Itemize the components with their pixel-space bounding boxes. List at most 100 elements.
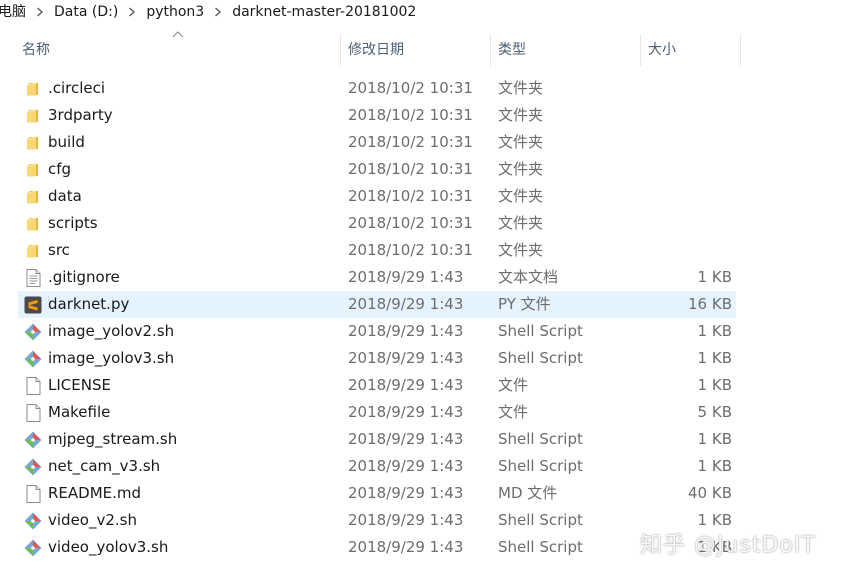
file-modified-date: 2018/9/29 1:43 (348, 349, 464, 367)
file-row[interactable]: .gitignore 2018/9/29 1:43 文本文档 1 KB (18, 264, 736, 291)
shell-script-icon (24, 430, 42, 449)
file-name[interactable]: src (48, 237, 70, 264)
folder-icon (24, 241, 42, 260)
chevron-right-icon[interactable] (124, 0, 140, 24)
column-divider[interactable] (640, 34, 641, 66)
shell-script-icon (24, 538, 42, 557)
column-divider[interactable] (340, 34, 341, 66)
file-modified-date: 2018/9/29 1:43 (348, 376, 464, 394)
file-modified-date: 2018/10/2 10:31 (348, 214, 473, 232)
file-modified-date: 2018/9/29 1:43 (348, 484, 464, 502)
file-name[interactable]: video_yolov3.sh (48, 534, 168, 561)
file-modified-date: 2018/9/29 1:43 (348, 295, 464, 313)
file-size: 1 KB (697, 349, 732, 367)
file-row[interactable]: src 2018/10/2 10:31 文件夹 (18, 237, 736, 264)
file-name[interactable]: mjpeg_stream.sh (48, 426, 177, 453)
file-name[interactable]: video_v2.sh (48, 507, 137, 534)
file-size: 5 KB (697, 403, 732, 421)
shell-script-icon (24, 457, 42, 476)
folder-icon (24, 133, 42, 152)
file-size: 1 KB (697, 457, 732, 475)
file-name[interactable]: .gitignore (48, 264, 120, 291)
file-row[interactable]: scripts 2018/10/2 10:31 文件夹 (18, 210, 736, 237)
sublime-text-icon (24, 295, 42, 314)
chevron-right-icon[interactable] (210, 0, 226, 24)
file-row[interactable]: cfg 2018/10/2 10:31 文件夹 (18, 156, 736, 183)
file-size: 1 KB (697, 268, 732, 286)
file-name[interactable]: README.md (48, 480, 141, 507)
file-name[interactable]: .circleci (48, 75, 105, 102)
file-name[interactable]: cfg (48, 156, 71, 183)
column-header-type[interactable]: 类型 (498, 30, 526, 68)
file-modified-date: 2018/10/2 10:31 (348, 187, 473, 205)
file-type: 文件夹 (498, 106, 544, 124)
file-row[interactable]: net_cam_v3.sh 2018/9/29 1:43 Shell Script 1… (18, 453, 736, 480)
file-name[interactable]: image_yolov2.sh (48, 318, 174, 345)
sort-ascending-icon (172, 31, 184, 38)
file-modified-date: 2018/9/29 1:43 (348, 430, 464, 448)
file-name[interactable]: net_cam_v3.sh (48, 453, 160, 480)
file-row[interactable]: image_yolov2.sh 2018/9/29 1:43 Shell Scrip… (18, 318, 736, 345)
file-size: 1 KB (697, 376, 732, 394)
file-name[interactable]: Makefile (48, 399, 110, 426)
text-document-icon (24, 268, 42, 287)
file-type: 文件夹 (498, 133, 544, 151)
file-type: 文件 (498, 403, 529, 421)
file-name[interactable]: build (48, 129, 85, 156)
file-modified-date: 2018/10/2 10:31 (348, 160, 473, 178)
column-header: 名称 修改日期 类型 大小 (0, 30, 845, 68)
breadcrumb-item-this-pc[interactable]: 电脑 (0, 0, 32, 24)
file-row[interactable]: image_yolov3.sh 2018/9/29 1:43 Shell Scrip… (18, 345, 736, 372)
chevron-right-icon[interactable] (32, 0, 48, 24)
file-type: Shell Script (498, 457, 583, 475)
column-divider[interactable] (740, 34, 741, 66)
file-size: 1 KB (697, 322, 732, 340)
breadcrumb: 电脑 Data (D:) python3 darknet-master-2018… (0, 0, 845, 24)
file-row[interactable]: mjpeg_stream.sh 2018/9/29 1:43 Shell Scrip… (18, 426, 736, 453)
column-header-size[interactable]: 大小 (648, 30, 676, 68)
shell-script-icon (24, 349, 42, 368)
file-name[interactable]: scripts (48, 210, 98, 237)
file-row[interactable]: video_v2.sh 2018/9/29 1:43 Shell Script 1 K… (18, 507, 736, 534)
file-name[interactable]: data (48, 183, 82, 210)
file-row[interactable]: README.md 2018/9/29 1:43 MD 文件 40 KB (18, 480, 736, 507)
file-name[interactable]: darknet.py (48, 291, 129, 318)
file-row[interactable]: 3rdparty 2018/10/2 10:31 文件夹 (18, 102, 736, 129)
breadcrumb-item-drive[interactable]: Data (D:) (48, 0, 124, 24)
file-modified-date: 2018/10/2 10:31 (348, 133, 473, 151)
file-size: 16 KB (688, 295, 732, 313)
breadcrumb-item-current-folder[interactable]: darknet-master-20181002 (226, 0, 422, 24)
blank-file-icon (24, 403, 42, 422)
file-name[interactable]: LICENSE (48, 372, 111, 399)
file-row[interactable]: Makefile 2018/9/29 1:43 文件 5 KB (18, 399, 736, 426)
file-modified-date: 2018/9/29 1:43 (348, 538, 464, 556)
folder-icon (24, 106, 42, 125)
file-row[interactable]: data 2018/10/2 10:31 文件夹 (18, 183, 736, 210)
column-header-date[interactable]: 修改日期 (348, 30, 404, 68)
file-row[interactable]: video_yolov3.sh 2018/9/29 1:43 Shell Scrip… (18, 534, 736, 561)
folder-icon (24, 214, 42, 233)
file-size: 1 KB (697, 430, 732, 448)
file-name[interactable]: 3rdparty (48, 102, 113, 129)
file-row[interactable]: LICENSE 2018/9/29 1:43 文件 1 KB (18, 372, 736, 399)
column-header-name[interactable]: 名称 (22, 30, 50, 68)
folder-icon (24, 160, 42, 179)
file-type: Shell Script (498, 430, 583, 448)
file-type: 文件夹 (498, 187, 544, 205)
file-type: PY 文件 (498, 295, 551, 313)
file-type: MD 文件 (498, 484, 558, 502)
file-row[interactable]: .circleci 2018/10/2 10:31 文件夹 (18, 75, 736, 102)
blank-file-icon (24, 484, 42, 503)
file-type: Shell Script (498, 511, 583, 529)
breadcrumb-item-python3[interactable]: python3 (140, 0, 210, 24)
file-type: 文本文档 (498, 268, 559, 286)
file-modified-date: 2018/9/29 1:43 (348, 268, 464, 286)
file-row[interactable]: darknet.py 2018/9/29 1:43 PY 文件 16 KB (18, 291, 736, 318)
file-type: 文件夹 (498, 160, 544, 178)
file-type: Shell Script (498, 349, 583, 367)
column-divider[interactable] (490, 34, 491, 66)
file-row[interactable]: build 2018/10/2 10:31 文件夹 (18, 129, 736, 156)
file-modified-date: 2018/10/2 10:31 (348, 241, 473, 259)
file-name[interactable]: image_yolov3.sh (48, 345, 174, 372)
file-size: 1 KB (697, 538, 732, 556)
